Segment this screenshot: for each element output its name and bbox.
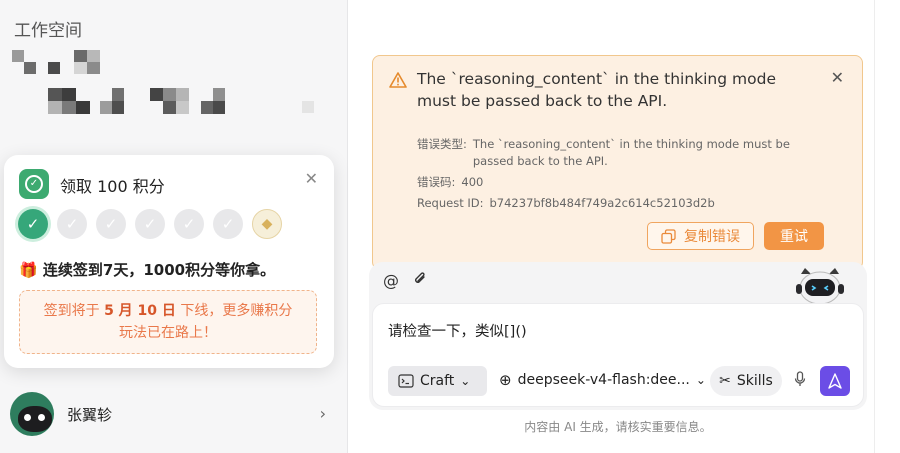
robot-mascot-icon <box>796 268 844 305</box>
day-5-check-icon: ✓ <box>174 209 204 239</box>
skills-button[interactable]: ✂ Skills <box>710 366 782 396</box>
offline-notice: 签到将于 5 月 10 日 下线，更多赚积分玩法已在路上！ <box>19 290 317 354</box>
error-headline: The `reasoning_content` in the thinking … <box>417 70 776 110</box>
error-close-icon[interactable]: ✕ <box>831 68 844 87</box>
message-input-text[interactable]: 请检查一下，类似[]() <box>388 320 527 341</box>
copy-error-button[interactable]: 复制错误 <box>647 222 754 250</box>
day-7-diamond-icon: ◆ <box>252 209 282 239</box>
checkin-popover: ✓ 领取 100 积分 ✕ ✓ ✓ ✓ ✓ ✓ ✓ ◆ 🎁 连续签到7天，100… <box>4 155 334 368</box>
composer: @ 请检查一下，类似[]() Craft ⌄ ⊕ deepseek-v4-fla… <box>369 262 867 410</box>
close-icon[interactable]: ✕ <box>305 169 318 188</box>
copy-error-label: 复制错误 <box>684 229 740 245</box>
error-code-label: 错误码: <box>417 175 456 189</box>
terminal-icon <box>398 374 414 388</box>
points-logo-icon: ✓ <box>19 169 49 199</box>
error-code-value: 400 <box>461 175 484 189</box>
tools-icon: ✂ <box>719 373 731 389</box>
right-scroll-area <box>874 0 887 453</box>
mention-icon[interactable]: @ <box>383 271 399 291</box>
craft-label: Craft <box>420 373 455 389</box>
error-type-label: 错误类型: <box>417 137 467 151</box>
main-panel: The `reasoning_content` in the thinking … <box>349 0 887 453</box>
message-input[interactable]: 请检查一下，类似[]() Craft ⌄ ⊕ deepseek-v4-flash… <box>372 303 864 407</box>
model-chevron-down-icon: ⌄ <box>695 373 706 387</box>
day-2-check-icon: ✓ <box>57 209 87 239</box>
craft-mode-button[interactable]: Craft ⌄ <box>388 366 487 396</box>
workspace-title: 工作空间 <box>14 21 82 41</box>
send-button[interactable] <box>820 366 850 396</box>
day-3-check-icon: ✓ <box>96 209 126 239</box>
chevron-down-icon: ⌄ <box>460 374 471 388</box>
attachment-icon[interactable] <box>413 271 427 291</box>
request-id-value: b74237bf8b484f749a2c614c52103d2b <box>489 196 715 210</box>
copy-icon <box>661 228 676 244</box>
skills-label: Skills <box>736 373 773 389</box>
day-6-check-icon: ✓ <box>213 209 243 239</box>
error-banner: The `reasoning_content` in the thinking … <box>372 55 863 270</box>
microphone-icon[interactable] <box>794 371 806 391</box>
day-1-check-icon: ✓ <box>18 209 48 239</box>
avatar <box>10 392 54 436</box>
error-details: 错误类型: The `reasoning_content` in the thi… <box>417 136 817 216</box>
ai-disclaimer: 内容由 AI 生成，请核实重要信息。 <box>524 420 712 434</box>
day-4-check-icon: ✓ <box>135 209 165 239</box>
notice-date: 5 月 10 日 <box>104 303 176 319</box>
notice-prefix: 签到将于 <box>43 303 105 319</box>
add-circle-icon: ⊕ <box>499 371 512 389</box>
checkin-message: 🎁 连续签到7天，1000积分等你拿。 <box>19 261 276 279</box>
user-name: 张翼轸 <box>67 405 113 424</box>
error-type-value: The `reasoning_content` in the thinking … <box>472 137 790 168</box>
request-id-label: Request ID: <box>417 196 484 210</box>
chevron-right-icon: › <box>319 404 326 423</box>
retry-button[interactable]: 重试 <box>764 222 824 250</box>
model-label: deepseek-v4-flash:dee... <box>517 372 690 388</box>
user-profile[interactable]: 张翼轸 › <box>10 392 340 436</box>
popover-title: 领取 100 积分 <box>60 177 165 196</box>
warning-icon <box>389 72 407 88</box>
send-icon <box>828 373 842 389</box>
checkin-days: ✓ ✓ ✓ ✓ ✓ ✓ ◆ <box>18 209 282 239</box>
model-selector[interactable]: ⊕ deepseek-v4-flash:dee... ⌄ <box>499 371 706 389</box>
